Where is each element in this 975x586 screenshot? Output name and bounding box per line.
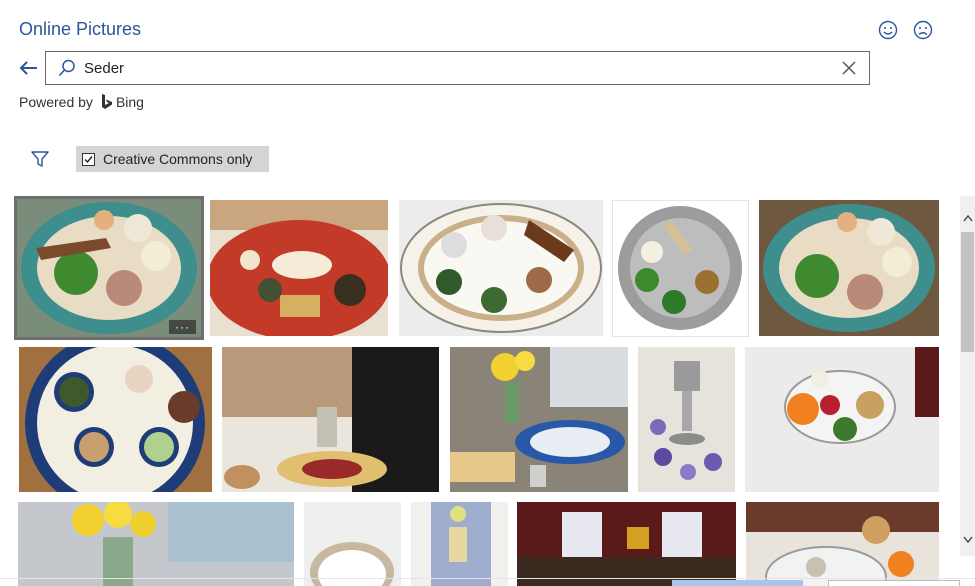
image-result[interactable] bbox=[19, 347, 212, 492]
chevron-up-icon[interactable] bbox=[960, 210, 975, 226]
search-input[interactable] bbox=[84, 54, 839, 82]
divider bbox=[0, 578, 975, 579]
more-options-button[interactable]: ··· bbox=[169, 320, 196, 334]
chevron-down-icon[interactable] bbox=[960, 532, 975, 548]
dialog-title: Online Pictures bbox=[19, 19, 142, 39]
powered-by-label: Powered by bbox=[19, 94, 93, 110]
scrollbar-thumb[interactable] bbox=[961, 232, 974, 352]
image-result[interactable] bbox=[222, 347, 439, 492]
cancel-button[interactable] bbox=[828, 580, 960, 586]
image-result[interactable] bbox=[304, 502, 401, 586]
search-box[interactable] bbox=[45, 51, 870, 85]
back-arrow-icon[interactable] bbox=[16, 56, 40, 80]
image-result[interactable] bbox=[411, 502, 508, 586]
creative-commons-label: Creative Commons only bbox=[103, 151, 253, 167]
image-result[interactable] bbox=[18, 502, 294, 586]
creative-commons-toggle[interactable]: Creative Commons only bbox=[76, 146, 269, 172]
bing-label: Bing bbox=[115, 94, 144, 110]
image-result[interactable] bbox=[638, 347, 735, 492]
powered-by: Powered by Bing bbox=[19, 94, 144, 110]
image-result[interactable] bbox=[450, 347, 628, 492]
image-result[interactable] bbox=[759, 200, 939, 336]
image-results-grid: ··· bbox=[0, 196, 960, 586]
search-icon bbox=[58, 58, 78, 78]
image-result[interactable] bbox=[210, 200, 388, 336]
image-result[interactable] bbox=[746, 502, 939, 586]
image-result[interactable] bbox=[745, 347, 939, 492]
image-result[interactable] bbox=[399, 200, 603, 336]
image-result[interactable]: ··· bbox=[14, 196, 204, 340]
bing-logo-icon bbox=[101, 94, 113, 110]
smiley-icon[interactable] bbox=[877, 19, 899, 41]
close-icon[interactable] bbox=[839, 58, 859, 78]
frown-icon[interactable] bbox=[912, 19, 934, 41]
image-result[interactable] bbox=[517, 502, 736, 586]
image-result[interactable] bbox=[612, 200, 749, 337]
filter-icon[interactable] bbox=[29, 148, 51, 170]
scrollbar[interactable] bbox=[960, 196, 975, 556]
insert-button[interactable] bbox=[672, 580, 803, 586]
checkbox-checked-icon[interactable] bbox=[82, 152, 95, 166]
